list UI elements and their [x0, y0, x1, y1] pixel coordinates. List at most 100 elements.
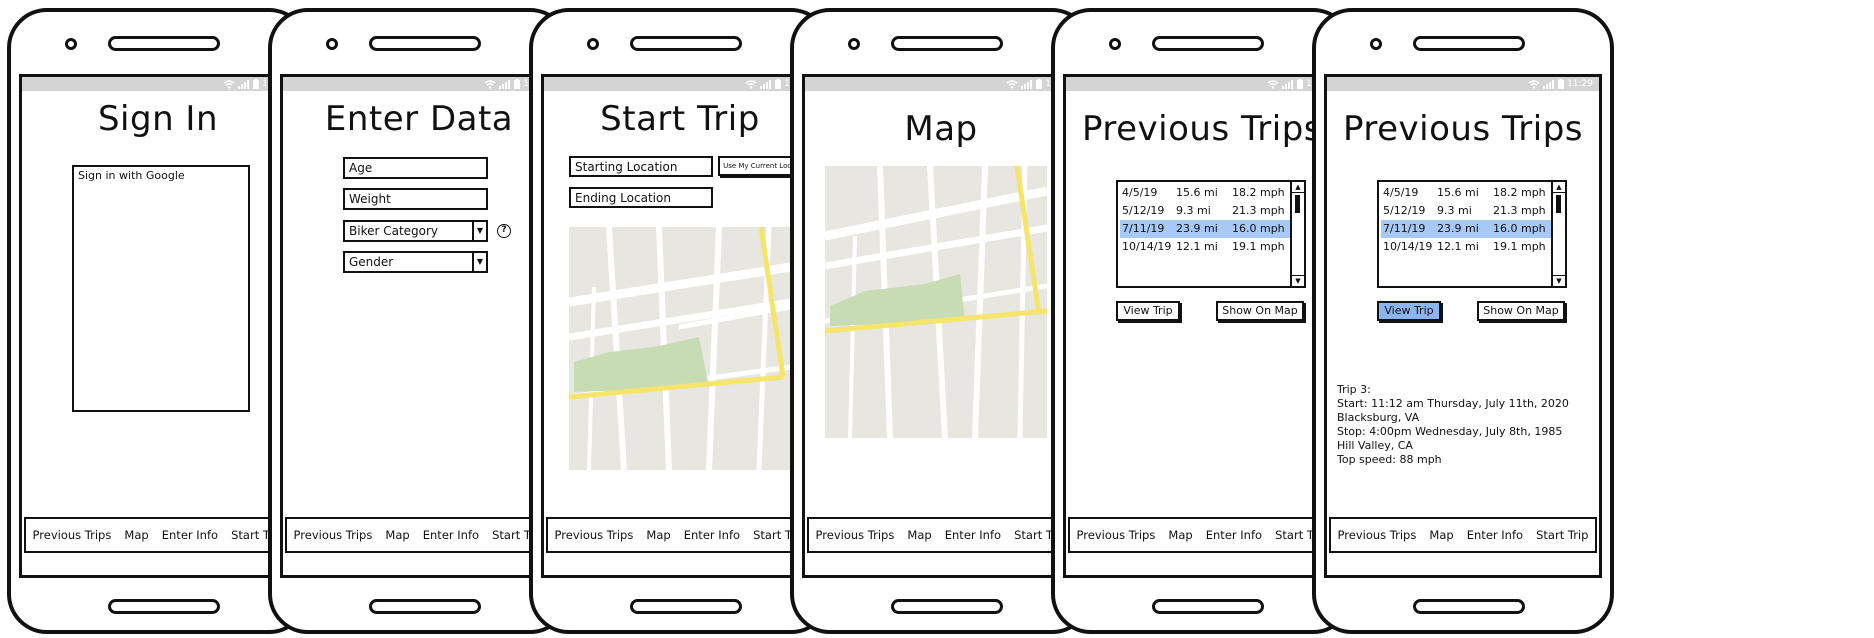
nav-start-trip[interactable]: Start Trip [1536, 528, 1588, 542]
trip-date: 4/5/19 [1122, 186, 1158, 199]
trip-speed: 16.0 mph [1232, 222, 1285, 235]
trip-row[interactable]: 4/5/19 15.6 mi 18.2 mph [1381, 184, 1551, 202]
nav-previous-trips[interactable]: Previous Trips [1338, 528, 1417, 542]
scroll-up-icon[interactable]: ▲ [1292, 182, 1304, 193]
battery-icon [514, 79, 521, 89]
phone-frame: 11:09 Previous Trips 4/5/19 15.6 mi 18.2 mph… [1051, 8, 1353, 634]
chevron-down-icon[interactable]: ▼ [472, 222, 486, 240]
home-button[interactable] [108, 599, 220, 614]
nav-enter-info[interactable]: Enter Info [423, 528, 479, 542]
home-button[interactable] [1413, 599, 1525, 614]
camera-icon [587, 38, 599, 50]
map-view[interactable] [569, 227, 791, 470]
nav-previous-trips[interactable]: Previous Trips [555, 528, 634, 542]
scroll-down-icon[interactable]: ▼ [1292, 275, 1304, 286]
phone-screen: 11:09MapPrevious TripsMapEnter InfoStart… [802, 74, 1080, 578]
gender-select[interactable]: Gender ▼ [343, 251, 488, 273]
nav-enter-info[interactable]: Enter Info [1206, 528, 1262, 542]
phone-frame: 12:07Start TripStarting LocationUse My C… [529, 8, 831, 634]
wifi-icon [484, 79, 496, 89]
nav-enter-info[interactable]: Enter Info [945, 528, 1001, 542]
trip-distance: 9.3 mi [1176, 204, 1211, 217]
page-title: Previous Trips [1343, 109, 1583, 149]
trip-row[interactable]: 7/11/19 23.9 mi 16.0 mph [1381, 220, 1551, 238]
nav-enter-info[interactable]: Enter Info [162, 528, 218, 542]
signal-icon [1543, 79, 1555, 89]
trip-speed: 21.3 mph [1493, 204, 1546, 217]
battery-icon [1558, 79, 1565, 89]
trip-list[interactable]: 4/5/19 15.6 mi 18.2 mph 5/12/19 9.3 mi 21.3 m… [1116, 180, 1306, 288]
status-bar: 11:09 [283, 77, 555, 91]
nav-previous-trips[interactable]: Previous Trips [294, 528, 373, 542]
list-scrollbar[interactable]: ▲ ▼ [1290, 182, 1304, 286]
trip-row[interactable]: 7/11/19 23.9 mi 16.0 mph [1120, 220, 1290, 238]
home-button[interactable] [630, 599, 742, 614]
weight-field[interactable]: Weight [343, 188, 488, 210]
nav-enter-info[interactable]: Enter Info [684, 528, 740, 542]
home-button[interactable] [1152, 599, 1264, 614]
trip-row[interactable]: 5/12/19 9.3 mi 21.3 mph [1381, 202, 1551, 220]
speaker-grille [891, 36, 1003, 51]
scroll-thumb[interactable] [1295, 195, 1300, 213]
list-scrollbar[interactable]: ▲ ▼ [1551, 182, 1565, 286]
phone-frame: 11:52 Sign In Sign in with Google Previous … [7, 8, 309, 634]
home-button[interactable] [369, 599, 481, 614]
battery-icon [1036, 79, 1043, 89]
trip-row[interactable]: 4/5/19 15.6 mi 18.2 mph [1120, 184, 1290, 202]
trip-distance: 9.3 mi [1437, 204, 1472, 217]
show-on-map-button[interactable]: Show On Map [1216, 301, 1304, 321]
chevron-down-icon[interactable]: ▼ [472, 253, 486, 271]
trip-date: 5/12/19 [1122, 204, 1165, 217]
bottom-nav-bar: Previous Trips Map Enter Info Start Trip [1068, 517, 1336, 553]
nav-map[interactable]: Map [907, 528, 931, 542]
trip-row[interactable]: 10/14/19 12.1 mi 19.1 mph [1120, 238, 1290, 256]
nav-map[interactable]: Map [1429, 528, 1453, 542]
nav-previous-trips[interactable]: Previous Trips [816, 528, 895, 542]
page-title: Previous Trips [1082, 109, 1322, 149]
trip-details: Trip 3: Start: 11:12 am Thursday, July 11… [1337, 383, 1569, 467]
starting-location-field[interactable]: Starting Location [569, 156, 713, 177]
nav-enter-info[interactable]: Enter Info [1467, 528, 1523, 542]
page-title: Enter Data [324, 99, 514, 139]
nav-map[interactable]: Map [1168, 528, 1192, 542]
biker-category-select[interactable]: Biker Category ▼ [343, 220, 488, 242]
scroll-up-icon[interactable]: ▲ [1553, 182, 1565, 193]
nav-previous-trips[interactable]: Previous Trips [1077, 528, 1156, 542]
signal-icon [1021, 79, 1033, 89]
nav-map[interactable]: Map [646, 528, 670, 542]
phone-frame: 11:09 Enter Data Age Weight Biker Category ▼?… [268, 8, 570, 634]
gender-label: Gender [349, 255, 394, 269]
scroll-thumb[interactable] [1556, 195, 1561, 213]
status-icons: 11:29 [1528, 79, 1593, 89]
nav-previous-trips[interactable]: Previous Trips [33, 528, 112, 542]
ending-location-field[interactable]: Ending Location [569, 187, 713, 208]
age-field[interactable]: Age [343, 157, 488, 179]
bottom-nav-bar: Previous Trips Map Enter Info Start Trip [285, 517, 553, 553]
status-bar: 12:07 [544, 77, 816, 91]
view-trip-button[interactable]: View Trip [1116, 301, 1180, 321]
status-bar: 11:09 [1066, 77, 1338, 91]
help-icon[interactable]: ? [497, 224, 511, 238]
map-view[interactable] [825, 166, 1047, 438]
speaker-grille [630, 36, 742, 51]
camera-icon [1109, 38, 1121, 50]
scroll-down-icon[interactable]: ▼ [1553, 275, 1565, 286]
wifi-icon [1006, 79, 1018, 89]
trip-row[interactable]: 5/12/19 9.3 mi 21.3 mph [1120, 202, 1290, 220]
trip-list[interactable]: 4/5/19 15.6 mi 18.2 mph 5/12/19 9.3 mi 21.3 m… [1377, 180, 1567, 288]
trip-speed: 18.2 mph [1232, 186, 1285, 199]
trip-detail-line: Start: 11:12 am Thursday, July 11th, 202… [1337, 397, 1569, 410]
nav-map[interactable]: Map [385, 528, 409, 542]
trip-row[interactable]: 10/14/19 12.1 mi 19.1 mph [1381, 238, 1551, 256]
biker-category-label: Biker Category [349, 224, 439, 238]
google-signin-button[interactable]: Sign in with Google [72, 165, 250, 412]
trip-date: 10/14/19 [1122, 240, 1172, 253]
trip-detail-line: Stop: 4:00pm Wednesday, July 8th, 1985 [1337, 425, 1563, 438]
show-on-map-button[interactable]: Show On Map [1477, 301, 1565, 321]
home-button[interactable] [891, 599, 1003, 614]
trip-distance: 15.6 mi [1176, 186, 1218, 199]
trip-detail-line: Top speed: 88 mph [1337, 453, 1442, 466]
view-trip-button[interactable]: View Trip [1377, 301, 1441, 321]
trip-distance: 23.9 mi [1437, 222, 1479, 235]
nav-map[interactable]: Map [124, 528, 148, 542]
